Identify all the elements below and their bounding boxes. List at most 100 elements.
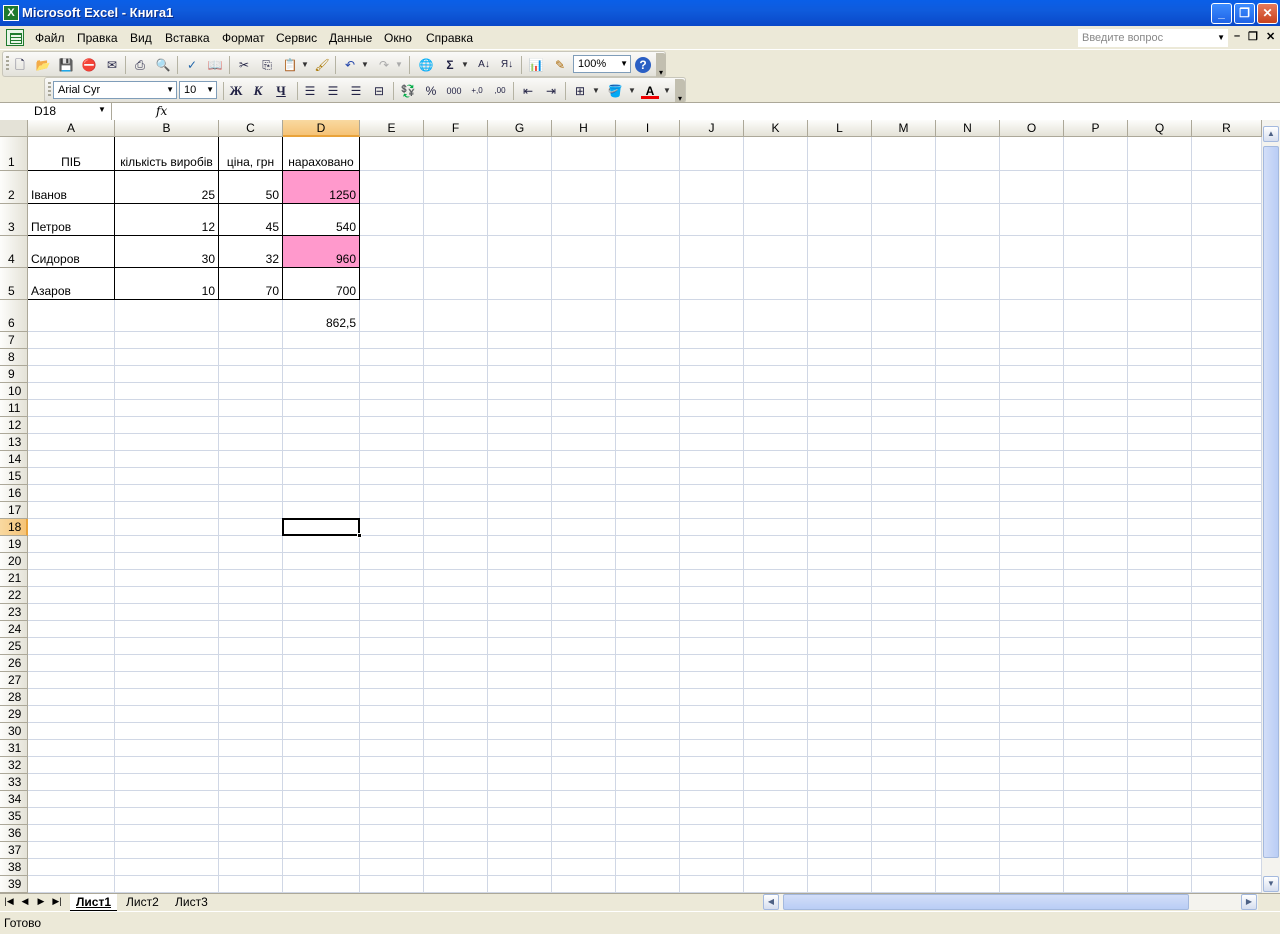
cell-qty[interactable]: 25: [115, 171, 218, 203]
paste-icon[interactable]: 📋: [281, 56, 299, 74]
hyperlink-icon[interactable]: 🌐: [417, 56, 435, 74]
row-header-16[interactable]: 16: [0, 485, 28, 502]
row-header-38[interactable]: 38: [0, 859, 28, 876]
increase-indent-icon[interactable]: ⇥: [542, 82, 560, 100]
cell-name[interactable]: Азаров: [28, 268, 114, 299]
column-header-r[interactable]: R: [1192, 120, 1262, 137]
header-cell-a[interactable]: ПІБ: [28, 137, 114, 170]
research-icon[interactable]: 📖: [206, 56, 224, 74]
comma-style-icon[interactable]: 000: [445, 82, 463, 100]
row-header-36[interactable]: 36: [0, 825, 28, 842]
menu-file[interactable]: Файл: [35, 31, 65, 45]
redo-icon[interactable]: ↷: [375, 56, 393, 74]
font-size-select[interactable]: 10 ▼: [179, 81, 217, 99]
name-box[interactable]: D18 ▼: [0, 103, 112, 120]
decrease-indent-icon[interactable]: ⇤: [519, 82, 537, 100]
horizontal-scroll-thumb[interactable]: [783, 894, 1189, 910]
menu-format[interactable]: Формат: [222, 31, 265, 45]
excel-app-icon[interactable]: X: [3, 5, 19, 21]
row-header-24[interactable]: 24: [0, 621, 28, 638]
column-header-i[interactable]: I: [616, 120, 680, 137]
tab-sheet2[interactable]: Лист2: [120, 894, 165, 911]
menu-insert[interactable]: Вставка: [165, 31, 210, 45]
font-color-icon[interactable]: A: [641, 82, 659, 99]
chevron-down-icon[interactable]: ▼: [206, 85, 214, 94]
percent-icon[interactable]: %: [422, 82, 440, 100]
cell-price[interactable]: 50: [219, 171, 282, 203]
row-header-9[interactable]: 9: [0, 366, 28, 383]
row-header-25[interactable]: 25: [0, 638, 28, 655]
copy-icon[interactable]: ⎘: [258, 56, 276, 74]
cell-average[interactable]: 862,5: [283, 300, 359, 331]
menu-edit[interactable]: Правка: [77, 31, 118, 45]
toolbar-grip[interactable]: [6, 56, 9, 72]
row-header-5[interactable]: 5: [0, 268, 28, 300]
doc-close-button[interactable]: ✕: [1266, 30, 1275, 43]
row-header-8[interactable]: 8: [0, 349, 28, 366]
prev-sheet-icon[interactable]: ◀: [18, 896, 32, 907]
increase-decimal-icon[interactable]: +,0: [468, 82, 486, 100]
column-header-j[interactable]: J: [680, 120, 744, 137]
column-header-e[interactable]: E: [360, 120, 424, 137]
cell-total[interactable]: 540: [283, 204, 359, 235]
horizontal-scrollbar[interactable]: ◀ ▶: [763, 894, 1258, 910]
function-icon[interactable]: fx: [156, 104, 167, 118]
cell-name[interactable]: Петров: [28, 204, 114, 235]
scroll-up-icon[interactable]: ▲: [1263, 126, 1279, 142]
ask-question-input[interactable]: Введите вопрос ▼: [1078, 29, 1228, 47]
underline-button[interactable]: Ч: [272, 82, 290, 100]
row-header-27[interactable]: 27: [0, 672, 28, 689]
row-header-39[interactable]: 39: [0, 876, 28, 893]
tab-sheet1[interactable]: Лист1: [70, 894, 118, 911]
menu-help[interactable]: Справка: [426, 31, 473, 45]
row-header-3[interactable]: 3: [0, 204, 28, 236]
column-header-g[interactable]: G: [488, 120, 552, 137]
cell-price[interactable]: 70: [219, 268, 282, 299]
next-sheet-icon[interactable]: ▶: [34, 896, 48, 907]
workbook-icon[interactable]: [6, 29, 24, 46]
chevron-down-icon[interactable]: ▼: [301, 56, 309, 74]
autosum-icon[interactable]: Σ: [441, 56, 459, 74]
row-header-35[interactable]: 35: [0, 808, 28, 825]
column-header-n[interactable]: N: [936, 120, 1000, 137]
cell-price[interactable]: 32: [219, 236, 282, 267]
row-header-23[interactable]: 23: [0, 604, 28, 621]
row-header-19[interactable]: 19: [0, 536, 28, 553]
chevron-down-icon[interactable]: ▼: [1217, 33, 1225, 42]
cell-name[interactable]: Іванов: [28, 171, 114, 203]
print-icon[interactable]: ⎙: [131, 56, 149, 74]
drawing-icon[interactable]: ✎: [551, 56, 569, 74]
cell-price[interactable]: 45: [219, 204, 282, 235]
zoom-select[interactable]: 100% ▼: [573, 55, 631, 73]
bold-button[interactable]: Ж: [227, 82, 245, 100]
column-header-l[interactable]: L: [808, 120, 872, 137]
align-right-icon[interactable]: ☰: [347, 82, 365, 100]
row-header-26[interactable]: 26: [0, 655, 28, 672]
row-header-21[interactable]: 21: [0, 570, 28, 587]
toolbar-options-icon[interactable]: ▾: [675, 79, 685, 103]
fill-color-icon[interactable]: 🪣: [606, 82, 624, 100]
align-left-icon[interactable]: ☰: [301, 82, 319, 100]
row-header-14[interactable]: 14: [0, 451, 28, 468]
cell-qty[interactable]: 30: [115, 236, 218, 267]
row-header-6[interactable]: 6: [0, 300, 28, 332]
cut-icon[interactable]: ✂: [235, 56, 253, 74]
email-icon[interactable]: ✉: [103, 56, 121, 74]
column-header-c[interactable]: C: [219, 120, 283, 137]
row-header-17[interactable]: 17: [0, 502, 28, 519]
doc-minimize-button[interactable]: –: [1234, 30, 1240, 42]
chevron-down-icon[interactable]: ▼: [98, 105, 106, 114]
currency-icon[interactable]: 💱: [399, 82, 417, 100]
chevron-down-icon[interactable]: ▼: [620, 59, 628, 68]
chevron-down-icon[interactable]: ▼: [628, 82, 636, 100]
row-header-12[interactable]: 12: [0, 417, 28, 434]
open-icon[interactable]: 📂: [34, 56, 52, 74]
column-header-f[interactable]: F: [424, 120, 488, 137]
row-header-31[interactable]: 31: [0, 740, 28, 757]
chevron-down-icon[interactable]: ▼: [395, 56, 403, 74]
chevron-down-icon[interactable]: ▼: [361, 56, 369, 74]
print-preview-icon[interactable]: 🔍: [154, 56, 172, 74]
chart-wizard-icon[interactable]: 📊: [527, 56, 545, 74]
row-header-4[interactable]: 4: [0, 236, 28, 268]
row-header-7[interactable]: 7: [0, 332, 28, 349]
